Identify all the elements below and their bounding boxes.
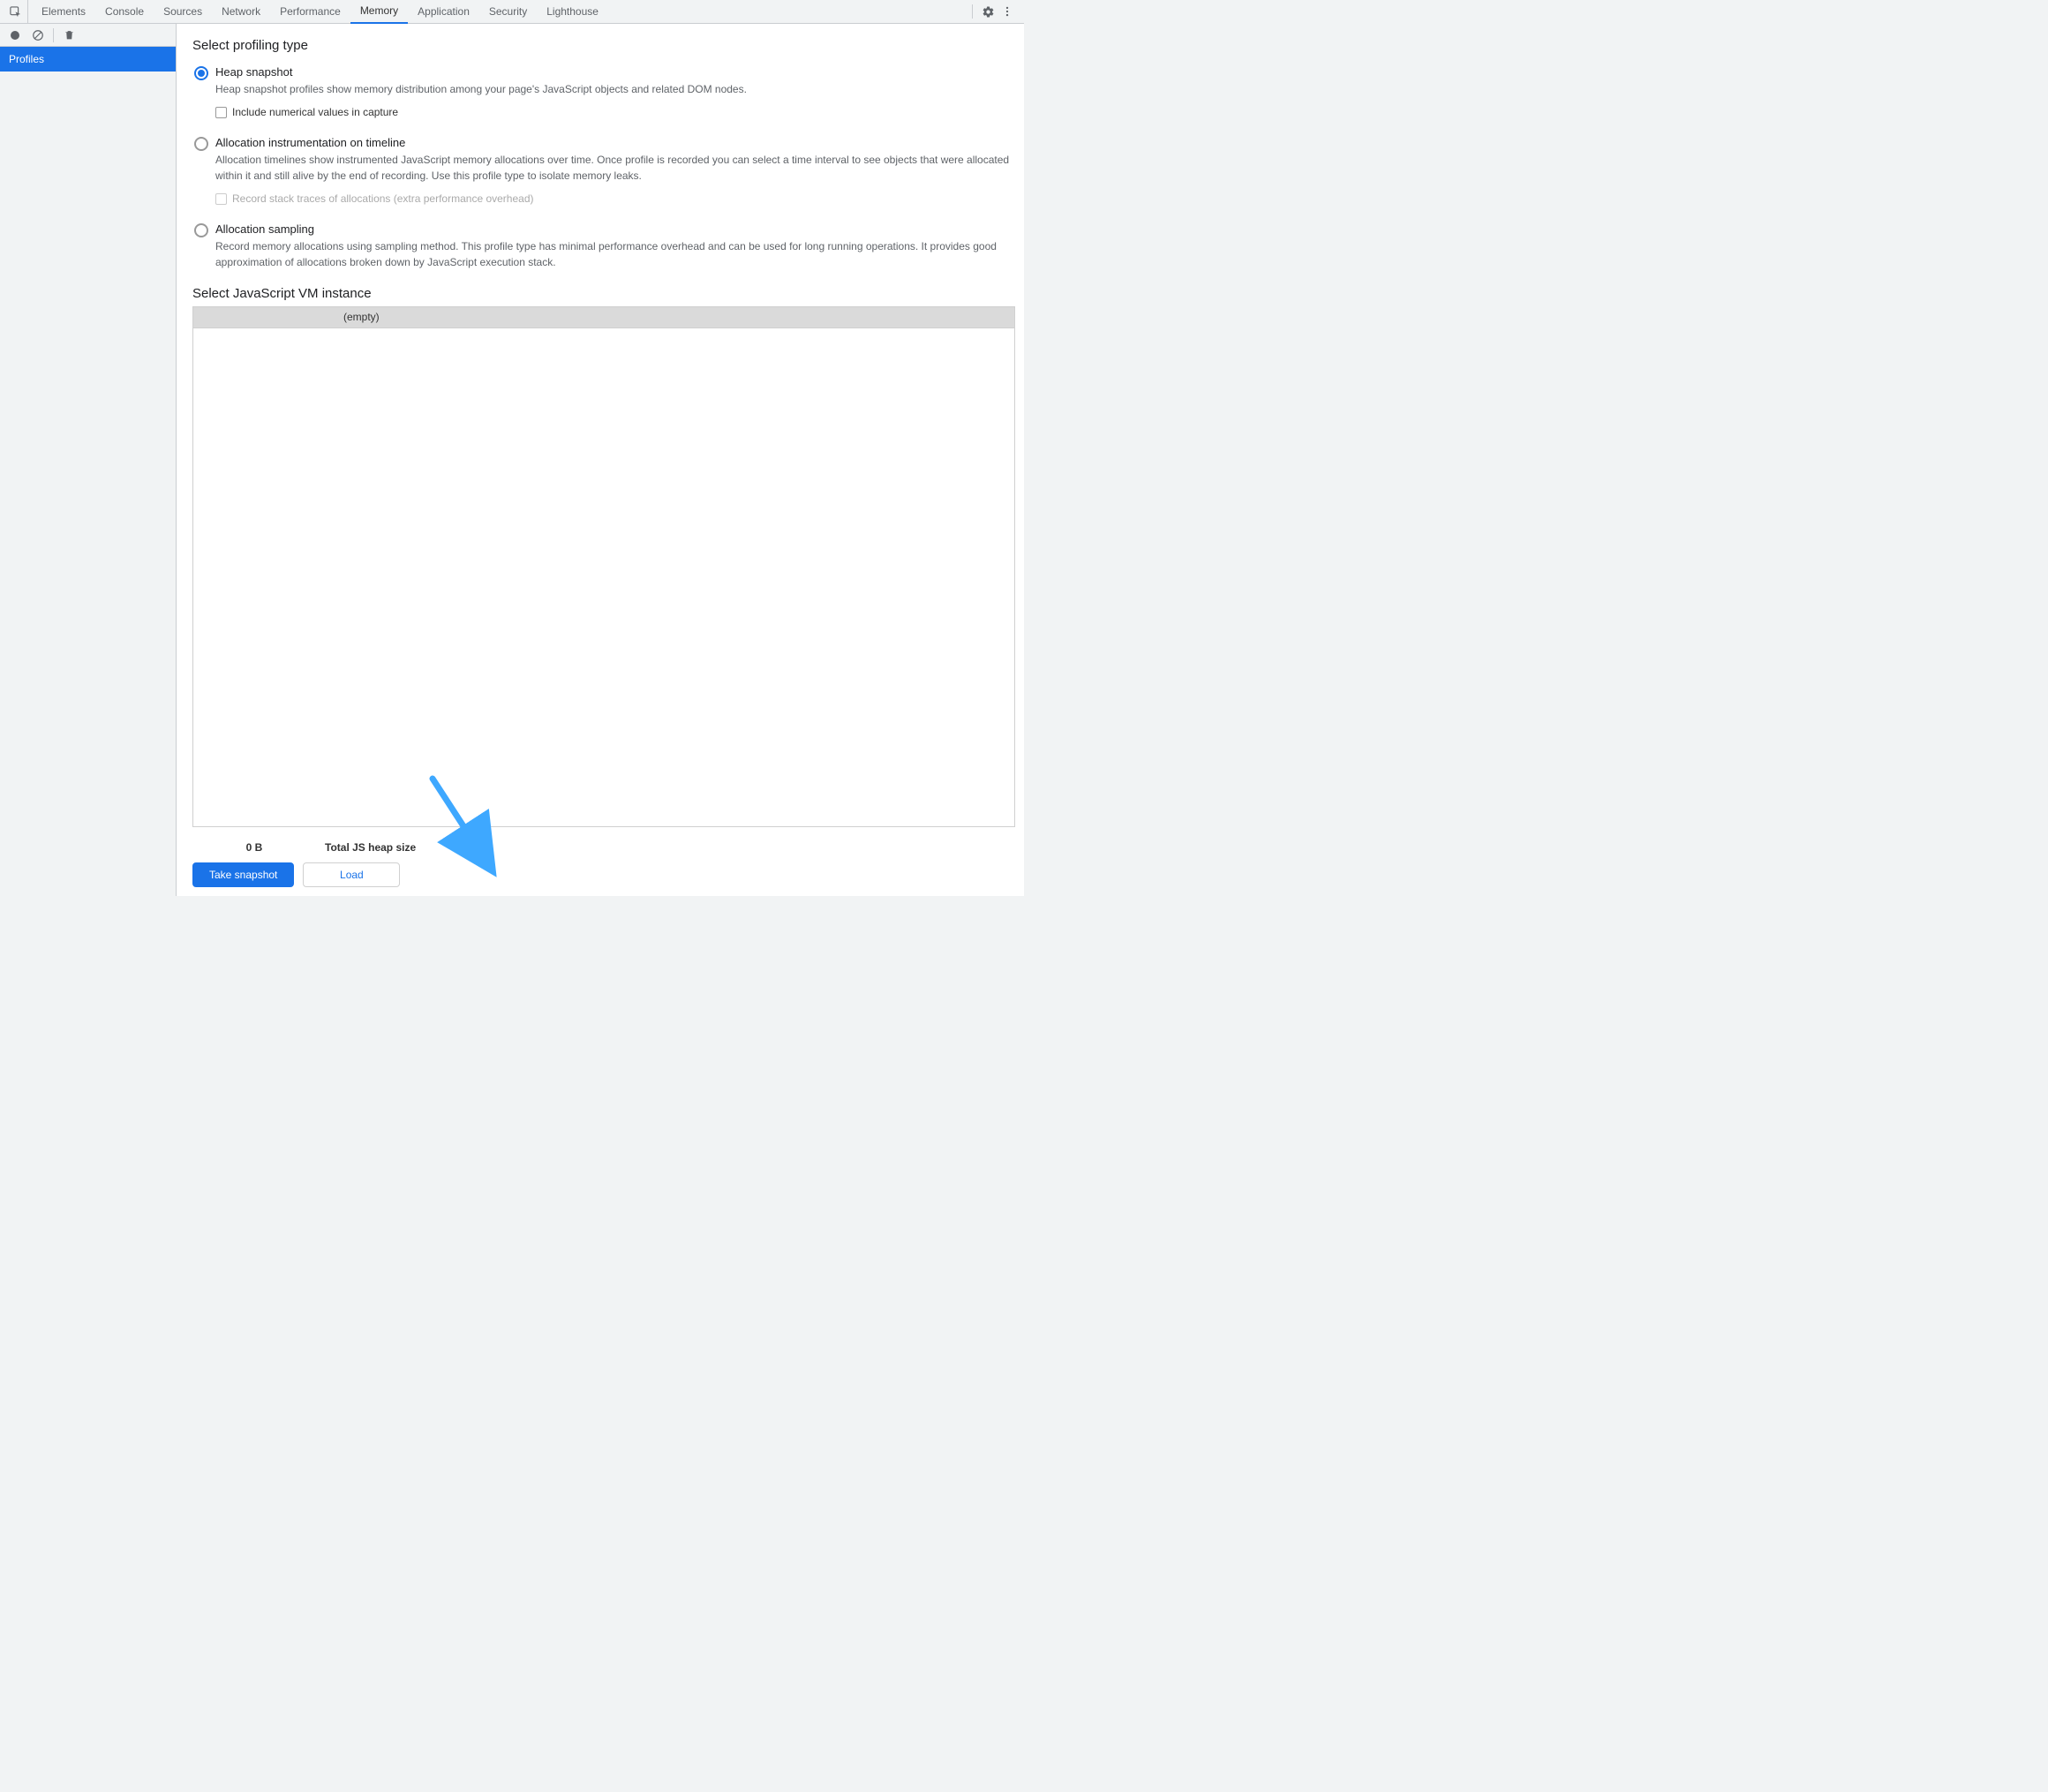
checkbox-label: Record stack traces of allocations (extr… xyxy=(232,192,534,205)
take-snapshot-button[interactable]: Take snapshot xyxy=(192,862,294,887)
memory-panel: Select profiling type Heap snapshot Heap… xyxy=(177,24,1024,896)
devtools-tabbar: Elements Console Sources Network Perform… xyxy=(0,0,1024,24)
gear-icon[interactable] xyxy=(978,2,998,21)
sidebar-toolbar xyxy=(0,24,176,47)
record-icon[interactable] xyxy=(7,27,23,43)
trash-icon[interactable] xyxy=(61,27,77,43)
vm-table-body xyxy=(193,328,1014,826)
checkbox-icon xyxy=(215,193,227,205)
tab-elements[interactable]: Elements xyxy=(32,0,95,23)
profiles-sidebar: Profiles xyxy=(0,24,177,896)
checkbox-record-stack: Record stack traces of allocations (extr… xyxy=(215,192,1015,205)
sidebar-item-profiles[interactable]: Profiles xyxy=(0,47,176,72)
clear-icon[interactable] xyxy=(30,27,46,43)
tab-sources[interactable]: Sources xyxy=(154,0,212,23)
vm-instance-table[interactable]: (empty) xyxy=(192,306,1015,827)
radio-desc: Record memory allocations using sampling… xyxy=(215,239,1015,270)
sidebar-item-label: Profiles xyxy=(9,53,44,65)
vm-instance-title: Select JavaScript VM instance xyxy=(192,286,1015,301)
radio-icon xyxy=(194,66,208,80)
radio-icon xyxy=(194,223,208,237)
radio-label: Heap snapshot xyxy=(215,65,1015,79)
radio-desc: Heap snapshot profiles show memory distr… xyxy=(215,82,1015,97)
heap-stats: 0 B Total JS heap size xyxy=(192,841,1015,854)
load-button[interactable]: Load xyxy=(303,862,400,887)
heap-size-label: Total JS heap size xyxy=(325,841,416,854)
tab-performance[interactable]: Performance xyxy=(270,0,350,23)
radio-allocation-timeline[interactable]: Allocation instrumentation on timeline A… xyxy=(194,136,1015,215)
radio-heap-snapshot[interactable]: Heap snapshot Heap snapshot profiles sho… xyxy=(194,65,1015,129)
tab-network[interactable]: Network xyxy=(212,0,270,23)
profiling-type-title: Select profiling type xyxy=(192,38,1015,53)
tab-lighthouse[interactable]: Lighthouse xyxy=(537,0,608,23)
tab-security[interactable]: Security xyxy=(479,0,537,23)
inspect-element-icon[interactable] xyxy=(4,0,28,23)
checkbox-label: Include numerical values in capture xyxy=(232,106,398,118)
more-vertical-icon[interactable] xyxy=(998,2,1017,21)
heap-size-value: 0 B xyxy=(192,841,316,854)
radio-icon xyxy=(194,137,208,151)
radio-desc: Allocation timelines show instrumented J… xyxy=(215,153,1015,184)
radio-label: Allocation sampling xyxy=(215,222,1015,236)
tab-memory[interactable]: Memory xyxy=(350,0,408,24)
tab-console[interactable]: Console xyxy=(95,0,154,23)
checkbox-icon xyxy=(215,107,227,118)
radio-label: Allocation instrumentation on timeline xyxy=(215,136,1015,149)
radio-allocation-sampling[interactable]: Allocation sampling Record memory alloca… xyxy=(194,222,1015,270)
vm-table-header: (empty) xyxy=(193,307,1014,328)
checkbox-include-numerical[interactable]: Include numerical values in capture xyxy=(215,106,1015,118)
tab-application[interactable]: Application xyxy=(408,0,479,23)
